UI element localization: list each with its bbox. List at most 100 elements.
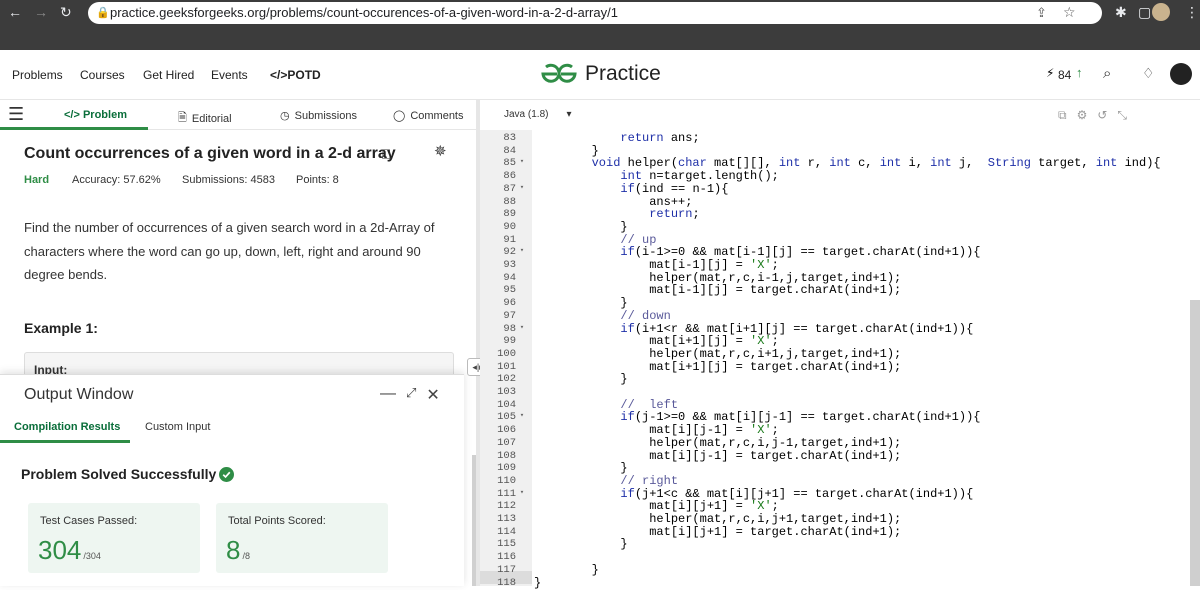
line-number-text: 96 [503,297,516,310]
nav-get-hired[interactable]: Get Hired [143,68,194,82]
chevron-down-icon: ▾ [566,109,572,120]
fold-chevron-icon[interactable]: ▾ [516,183,528,195]
fold-chevron-icon [516,462,528,474]
nav-potd[interactable]: </>POTD [270,68,321,82]
clock-icon: ◷ [280,110,290,122]
search-icon[interactable]: ⌕ [1103,65,1111,82]
fold-chevron-icon[interactable]: ▾ [516,323,528,335]
tab-problem[interactable]: </> Problem [64,109,127,121]
line-number-text: 110 [497,474,516,487]
site-navigation: Problems Courses Get Hired Events </>POT… [0,50,1200,100]
fold-chevron-icon [516,500,528,512]
language-value: Java (1.8) [504,109,549,120]
language-select[interactable]: Java (1.8) ▾ [504,109,572,120]
fold-chevron-icon [516,132,528,144]
example-heading: Example 1: [24,320,98,336]
nav-courses[interactable]: Courses [80,68,125,82]
line-number-text: 105 [497,411,516,424]
score-value[interactable]: 84 [1058,68,1071,82]
points-total: /8 [242,551,250,561]
extension-icon[interactable]: ✱ [1115,5,1127,19]
problem-tabs: ☰ </> Problem 🗎 Editorial ◷ Submissions … [0,100,476,130]
fold-chevron-icon [516,564,528,576]
fold-chevron-icon[interactable]: ▾ [516,246,528,258]
settings-icon[interactable]: ⚙ [1077,108,1088,123]
editor-scrollbar[interactable] [1190,300,1200,586]
profile-avatar[interactable] [1152,3,1170,21]
code-editor: Java (1.8) ▾ ⧉ ⚙ ↺ ⤡ return ans; } void … [480,100,1200,590]
fold-chevron-icon [516,335,528,347]
gfg-logo-icon [541,63,577,83]
line-number-text: 92 [503,246,516,259]
line-number: 87 ▾ [480,183,532,195]
fold-chevron-icon [516,399,528,411]
line-number-text: 117 [497,563,516,576]
fold-chevron-icon[interactable]: ▾ [516,411,528,423]
fold-chevron-icon [516,272,528,284]
line-number-text: 113 [497,513,516,525]
reload-icon[interactable]: ↻ [60,5,72,19]
tab-submissions-label: Submissions [294,109,357,122]
expand-icon[interactable]: ⤢ [406,385,416,405]
line-number: 84 [480,145,532,157]
fold-chevron-icon [516,259,528,271]
minimize-icon[interactable]: — [380,385,396,405]
test-cases-total: /304 [83,551,101,561]
nav-problems[interactable]: Problems [12,68,63,82]
fold-chevron-icon [516,577,528,589]
tab-compilation-results[interactable]: Compilation Results [14,421,120,433]
line-number-text: 109 [497,462,516,475]
tab-editorial-label: Editorial [191,112,232,125]
code-line[interactable]: } [534,537,627,551]
fold-chevron-icon [516,373,528,385]
fold-chevron-icon[interactable]: ▾ [516,157,528,169]
address-bar[interactable]: 🔒 practice.geeksforgeeks.org/problems/co… [88,2,1102,24]
star-icon[interactable]: ☆ [1063,4,1076,21]
fold-chevron-icon[interactable]: ▾ [516,488,528,500]
tab-submissions[interactable]: ◷ Submissions [280,109,357,123]
line-number: 90 [480,221,532,233]
test-cases-passed: 304 [38,535,82,565]
fullscreen-icon[interactable]: ⤡ [1117,108,1127,123]
comment-icon: ◯ [393,110,406,122]
editor-toolbar: ⧉ ⚙ ↺ ⤡ [1058,108,1127,123]
line-number-text: 91 [503,233,516,246]
code-line[interactable]: } [534,563,599,577]
status-message: Problem Solved Successfully [21,466,235,482]
report-bug-icon[interactable]: ✵ [434,142,447,160]
fold-chevron-icon [516,551,528,563]
difficulty-badge: Hard [24,174,50,186]
tab-comments[interactable]: ◯ Comments [393,109,464,123]
user-profile-icon[interactable] [1170,63,1192,85]
fold-chevron-icon [516,310,528,322]
output-tabs: Compilation Results Custom Input [0,413,464,443]
bookmark-icon[interactable]: ⎕ [382,146,390,163]
notification-bell-icon[interactable]: ♢ [1142,65,1155,82]
close-icon[interactable]: ✕ [426,385,439,405]
tab-custom-input[interactable]: Custom Input [145,421,210,433]
share-icon[interactable]: ⇪ [1036,5,1047,21]
line-number: 112 [480,500,532,512]
hamburger-menu-icon[interactable]: ☰ [8,104,24,125]
line-number: 99 [480,335,532,347]
code-line[interactable]: } [534,372,627,386]
reset-icon[interactable]: ↺ [1097,108,1107,123]
line-number: 89 [480,208,532,220]
nav-events[interactable]: Events [211,68,248,82]
back-arrow-icon[interactable]: ← [8,5,22,19]
fold-chevron-icon [516,361,528,373]
window-icon[interactable]: ▢ [1138,5,1151,19]
line-number: 94 [480,272,532,284]
gfg-logo[interactable]: Practice [537,62,661,86]
line-number-text: 107 [497,436,516,449]
copy-icon[interactable]: ⧉ [1058,108,1067,123]
line-number: 114 [480,526,532,538]
line-number-text: 85 [503,157,516,170]
line-number-text: 115 [497,538,516,551]
line-number: 116 [480,551,532,563]
more-menu-icon[interactable]: ⋮ [1185,5,1199,19]
forward-arrow-icon[interactable]: → [34,5,48,19]
tab-editorial[interactable]: 🗎 Editorial [178,109,232,128]
code-line[interactable]: } [534,576,541,590]
score-up-arrow-icon: ↑ [1076,65,1083,80]
